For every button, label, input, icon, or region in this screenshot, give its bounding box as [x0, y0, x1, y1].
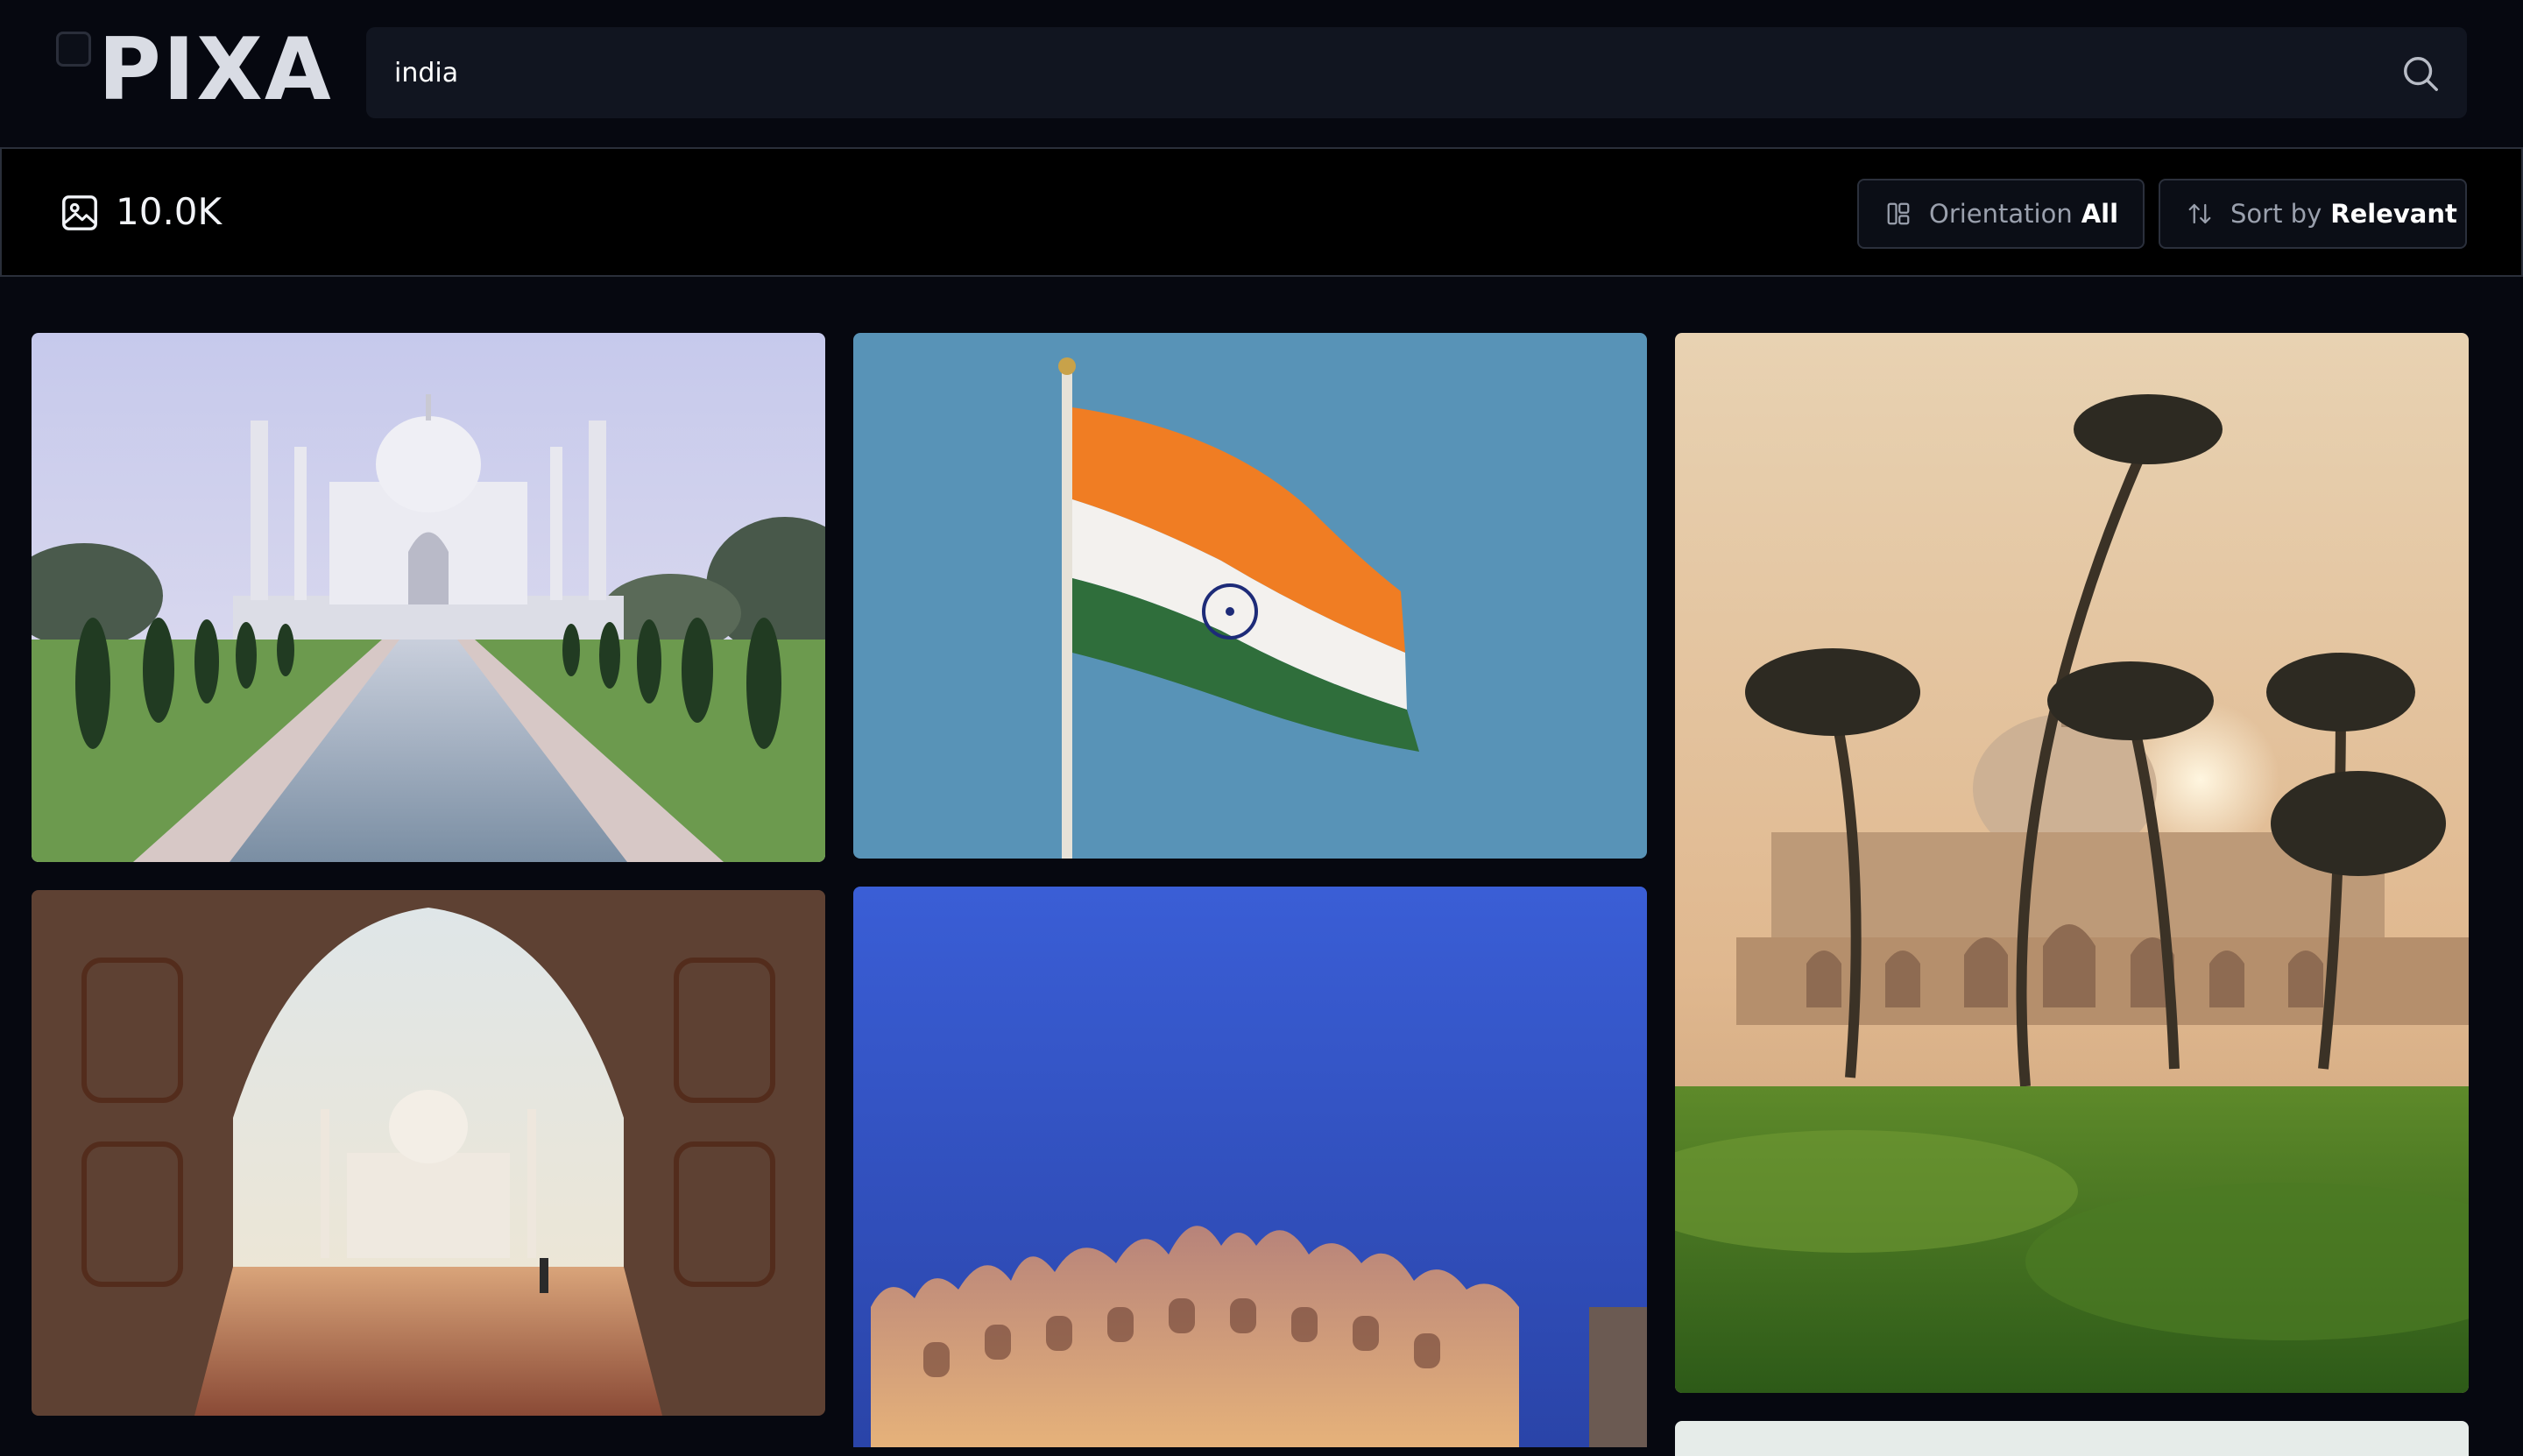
photo-indian-flag[interactable] — [853, 333, 1647, 859]
search-icon[interactable] — [2400, 53, 2441, 94]
photo-humayuns-tomb-palms[interactable] — [1675, 333, 2469, 1393]
photo-partial-image[interactable] — [1675, 1421, 2469, 1456]
sort-label: Sort by — [2230, 199, 2322, 229]
sort-arrows-icon — [2188, 203, 2211, 224]
layout-icon — [1887, 202, 1910, 225]
photo-taj-mahal-through-arch[interactable] — [32, 890, 825, 1416]
logo[interactable]: PIXA — [98, 26, 333, 114]
search-input[interactable] — [394, 27, 2374, 118]
orientation-label: Orientation — [1929, 199, 2073, 229]
image-icon — [62, 195, 97, 230]
menu-toggle-icon[interactable] — [56, 32, 91, 67]
orientation-filter-button[interactable]: Orientation All — [1857, 179, 2145, 249]
orientation-value: All — [2081, 199, 2119, 229]
result-count: 10.0K — [116, 190, 223, 233]
sort-value: Relevant — [2330, 199, 2457, 229]
search-bar[interactable] — [366, 27, 2467, 118]
top-bar: PIXA — [0, 0, 2523, 147]
sort-button[interactable]: Sort by Relevant — [2159, 179, 2467, 249]
results-toolbar: 10.0K Orientation All Sort by Relevant — [0, 147, 2523, 277]
photo-hawa-mahal-night[interactable] — [853, 887, 1647, 1447]
photo-taj-mahal-reflecting-pool[interactable] — [32, 333, 825, 862]
